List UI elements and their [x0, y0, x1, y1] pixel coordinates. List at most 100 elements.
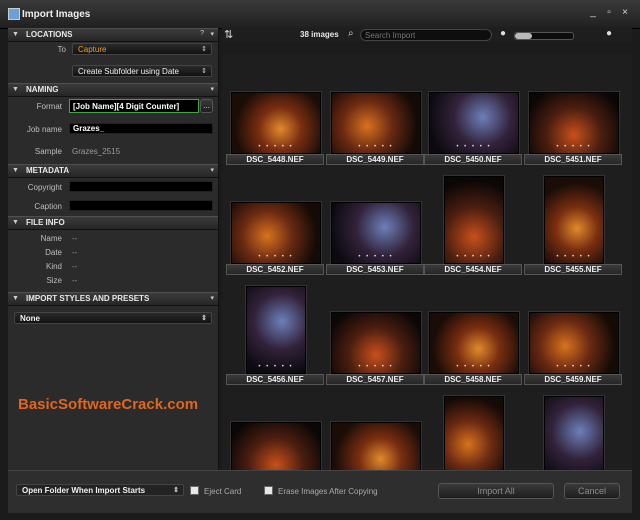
section-menu-icon[interactable]: ▾ [210, 30, 214, 38]
photo-thumbnail[interactable]: • • • • • [429, 92, 519, 154]
photo-thumbnail[interactable]: • • • • • [231, 422, 321, 470]
rating-dots[interactable]: • • • • • [232, 254, 320, 260]
jobname-label: Job name [26, 125, 62, 134]
file-date-value: -- [72, 248, 78, 257]
photo-cell[interactable]: • • • • • DSC_5451.NEF [524, 62, 622, 168]
maximize-button[interactable]: ▫ [602, 7, 616, 19]
section-locations[interactable]: ▼ LOCATIONS ? ▾ [8, 28, 218, 42]
photo-filename: DSC_5450.NEF [424, 154, 522, 165]
photo-filename: DSC_5452.NEF [226, 264, 324, 275]
rating-dots[interactable]: • • • • • [247, 364, 305, 370]
import-all-button[interactable]: Import All [438, 483, 554, 499]
jobname-input[interactable]: Grazes_ [69, 123, 213, 134]
section-menu-icon[interactable]: ▾ [210, 294, 214, 302]
rating-dots[interactable]: • • • • • [530, 144, 618, 150]
open-folder-value: Open Folder When Import Starts [22, 486, 146, 495]
section-menu-icon[interactable]: ▾ [210, 85, 214, 93]
photo-filename: DSC_5457.NEF [326, 374, 424, 385]
section-file-info[interactable]: ▼ FILE INFO [8, 216, 218, 230]
photo-thumbnail[interactable]: • • • • • [544, 176, 604, 264]
section-metadata[interactable]: ▼ METADATA ▾ [8, 164, 218, 178]
format-edit-button[interactable]: ... [200, 99, 213, 113]
minimize-button[interactable]: _ [586, 7, 600, 19]
photo-cell[interactable]: • • • • • DSC_5450.NEF [424, 62, 522, 168]
photo-cell[interactable]: • • • • • DSC_5448.NEF [226, 62, 324, 168]
photo-thumbnail[interactable]: • • • • • [429, 312, 519, 374]
format-field[interactable]: [Job Name][4 Digit Counter] [69, 99, 199, 113]
photo-thumbnail[interactable]: • • • • • [331, 312, 421, 374]
select-arrows-icon: ⇕ [201, 46, 207, 53]
open-folder-select[interactable]: Open Folder When Import Starts ⇕ [16, 484, 184, 496]
photo-cell[interactable]: • • • • • DSC_5458.NEF [424, 282, 522, 388]
eject-card-label: Eject Card [204, 487, 242, 496]
photo-cell[interactable]: • • • • • DSC_5456.NEF [226, 282, 324, 388]
photo-thumbnail[interactable]: • • • • • [231, 92, 321, 154]
photo-cell[interactable]: • • • • • DSC_5459.NEF [524, 282, 622, 388]
subfolder-select[interactable]: Create Subfolder using Date ⇕ [72, 65, 212, 77]
rating-dots[interactable]: • • • • • [445, 254, 503, 260]
rating-dots[interactable]: • • • • • [232, 144, 320, 150]
photo-thumbnail[interactable]: • • • • • [246, 286, 306, 374]
to-label: To [57, 45, 66, 54]
photo-thumbnail[interactable]: • • • • • [444, 396, 504, 470]
search-input[interactable] [360, 29, 492, 41]
file-size-label: Size [46, 276, 62, 285]
photo-thumbnail[interactable]: • • • • • [331, 202, 421, 264]
eject-card-checkbox[interactable] [190, 486, 199, 495]
photo-cell[interactable]: • • • • • [424, 392, 522, 470]
help-icon[interactable]: ? [200, 30, 204, 37]
rating-dots[interactable]: • • • • • [430, 364, 518, 370]
photo-thumbnail[interactable]: • • • • • [331, 92, 421, 154]
photo-cell[interactable]: • • • • • DSC_5449.NEF [326, 62, 424, 168]
photo-cell[interactable]: • • • • • DSC_5455.NEF [524, 172, 622, 278]
photo-filename: DSC_5449.NEF [326, 154, 424, 165]
photo-thumbnail[interactable]: • • • • • [529, 312, 619, 374]
photo-filename: DSC_5458.NEF [424, 374, 522, 385]
photo-thumbnail[interactable]: • • • • • [231, 202, 321, 264]
photo-cell[interactable]: • • • • • DSC_5454.NEF [424, 172, 522, 278]
photo-cell[interactable]: • • • • • [326, 392, 424, 470]
search-icon: ⌕ [348, 28, 354, 39]
photo-cell[interactable]: • • • • • [226, 392, 324, 470]
collapse-triangle-icon: ▼ [12, 295, 19, 302]
copyright-label: Copyright [27, 183, 62, 192]
caption-input[interactable] [69, 200, 213, 211]
subfolder-value: Create Subfolder using Date [78, 67, 179, 76]
photo-thumbnail[interactable]: • • • • • [529, 92, 619, 154]
rating-dots[interactable]: • • • • • [332, 254, 420, 260]
bottom-bar: Open Folder When Import Starts ⇕ Eject C… [8, 470, 632, 513]
import-style-select[interactable]: None ⇕ [14, 312, 212, 324]
rating-dots[interactable]: • • • • • [332, 364, 420, 370]
photo-thumbnail[interactable]: • • • • • [444, 176, 504, 264]
section-naming[interactable]: ▼ NAMING ▾ [8, 83, 218, 97]
photo-cell[interactable]: • • • • • DSC_5453.NEF [326, 172, 424, 278]
select-arrows-icon: ⇕ [173, 487, 179, 494]
rating-dots[interactable]: • • • • • [332, 144, 420, 150]
file-size-value: -- [72, 276, 78, 285]
section-import-styles[interactable]: ▼ IMPORT STYLES AND PRESETS ▾ [8, 292, 218, 306]
close-button[interactable]: × [618, 7, 632, 19]
section-label: IMPORT STYLES AND PRESETS [26, 294, 150, 303]
cancel-button[interactable]: Cancel [564, 483, 620, 499]
rating-dots[interactable]: • • • • • [430, 144, 518, 150]
thumbnail-size-slider[interactable] [514, 32, 574, 40]
photo-filename: DSC_5455.NEF [524, 264, 622, 275]
copyright-input[interactable] [69, 181, 213, 192]
image-count: 38 images [300, 30, 339, 39]
photo-thumbnail[interactable]: • • • • • [544, 396, 604, 470]
erase-images-checkbox[interactable] [264, 486, 273, 495]
sort-icon[interactable]: ⇅ [224, 28, 233, 41]
section-label: LOCATIONS [26, 30, 73, 39]
photo-cell[interactable]: • • • • • DSC_5452.NEF [226, 172, 324, 278]
rating-dots[interactable]: • • • • • [545, 254, 603, 260]
destination-select[interactable]: Capture ⇕ [72, 43, 212, 55]
rating-dots[interactable]: • • • • • [530, 364, 618, 370]
file-kind-value: -- [72, 262, 78, 271]
section-menu-icon[interactable]: ▾ [210, 166, 214, 174]
photo-cell[interactable]: • • • • • [524, 392, 622, 470]
select-arrows-icon: ⇕ [201, 315, 207, 322]
photo-thumbnail[interactable]: • • • • • [331, 422, 421, 470]
select-arrows-icon: ⇕ [201, 68, 207, 75]
photo-cell[interactable]: • • • • • DSC_5457.NEF [326, 282, 424, 388]
file-name-label: Name [40, 234, 62, 243]
